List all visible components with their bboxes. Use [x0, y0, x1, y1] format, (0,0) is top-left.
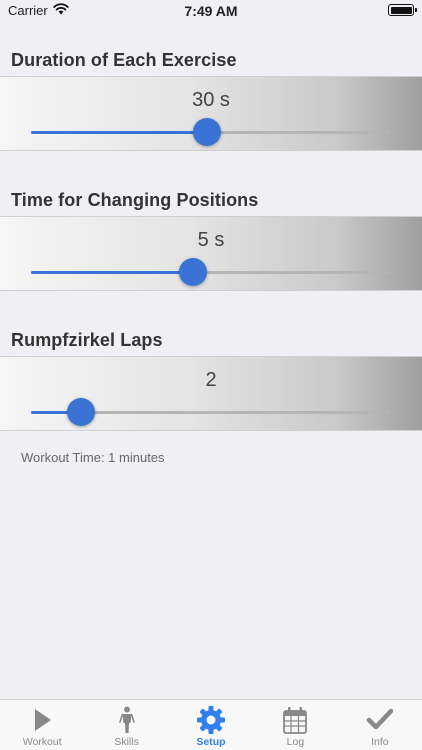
- status-right: [388, 4, 417, 16]
- tab-setup[interactable]: Setup: [169, 700, 253, 750]
- slider-thumb[interactable]: [67, 398, 96, 426]
- tab-info[interactable]: Info: [338, 700, 422, 750]
- exercise-duration-value: 30 s: [192, 89, 230, 111]
- tab-label: Skills: [114, 736, 139, 748]
- changing-positions-panel: 5 s: [0, 216, 422, 291]
- tab-label: Setup: [196, 736, 226, 748]
- tab-log[interactable]: Log: [253, 700, 337, 750]
- tab-label: Workout: [22, 736, 62, 748]
- setup-screen: Carrier 7:49 AM Duration of Each Exercis…: [0, 0, 422, 750]
- calendar-icon: [283, 707, 308, 734]
- changing-positions-slider[interactable]: [31, 258, 390, 286]
- workout-time-summary: Workout Time: 1 minutes: [21, 450, 165, 465]
- section-title-laps: Rumpfzirkel Laps: [11, 330, 163, 350]
- laps-panel: 2: [0, 356, 422, 431]
- tab-skills[interactable]: Skills: [84, 700, 168, 750]
- exercise-duration-panel: 30 s: [0, 76, 422, 151]
- tab-label: Log: [286, 736, 305, 748]
- section-title-changing-positions: Time for Changing Positions: [11, 190, 259, 210]
- status-time: 7:49 AM: [184, 3, 238, 19]
- slider-thumb[interactable]: [192, 118, 221, 146]
- slider-fill: [31, 131, 207, 134]
- person-icon: [118, 706, 135, 733]
- checkmark-icon: [366, 708, 394, 730]
- laps-value: 2: [205, 369, 217, 391]
- exercise-duration-slider[interactable]: [31, 118, 390, 146]
- gear-icon: [197, 706, 226, 734]
- section-title-exercise-duration: Duration of Each Exercise: [11, 50, 237, 70]
- battery-icon: [388, 4, 417, 16]
- slider-fill: [31, 271, 193, 274]
- laps-slider[interactable]: [31, 398, 390, 426]
- play-icon: [35, 709, 52, 731]
- changing-positions-value: 5 s: [197, 229, 225, 251]
- tab-bar: Workout Skills Setup Log Info: [0, 699, 422, 750]
- slider-thumb[interactable]: [178, 258, 207, 286]
- tab-workout[interactable]: Workout: [0, 700, 84, 750]
- status-bar: Carrier 7:49 AM: [0, 0, 422, 24]
- tab-label: Info: [371, 736, 389, 748]
